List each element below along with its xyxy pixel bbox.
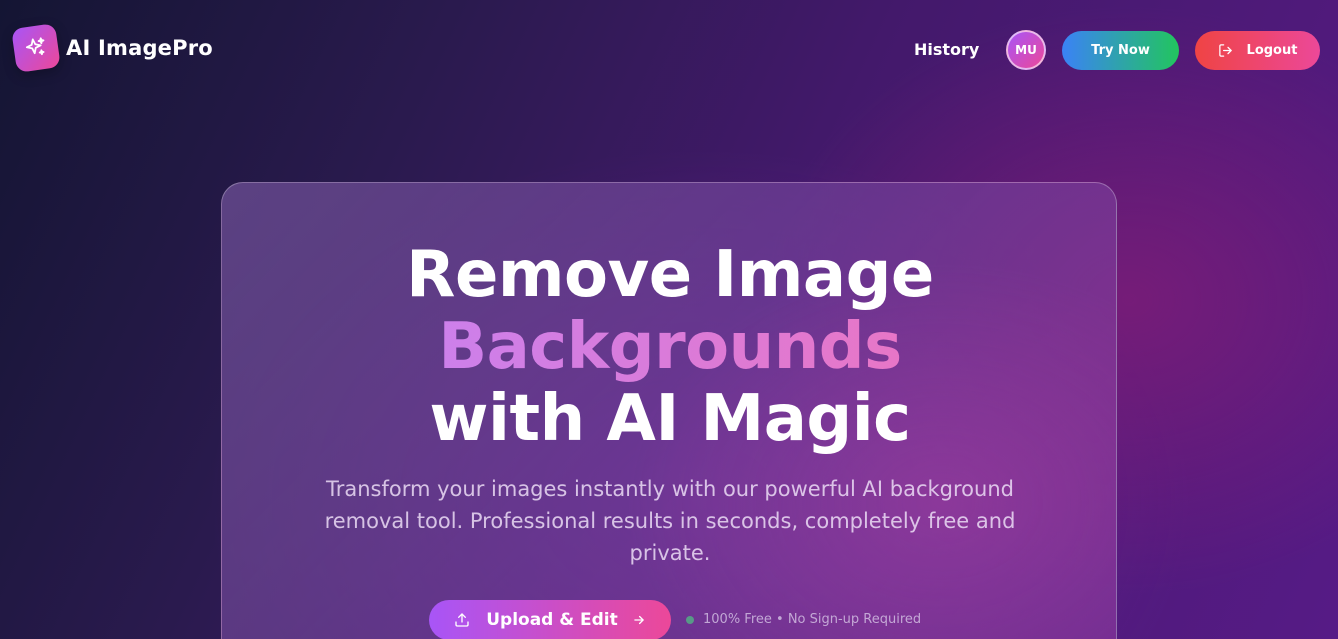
upload-edit-button[interactable]: Upload & Edit xyxy=(429,600,671,639)
app-name: AI ImagePro xyxy=(66,36,213,60)
try-now-button[interactable]: Try Now xyxy=(1062,31,1179,70)
hero-title-highlight: Backgrounds xyxy=(222,311,1116,383)
logo[interactable]: AI ImagePro xyxy=(11,23,213,73)
logout-icon xyxy=(1218,44,1232,57)
top-nav: AI ImagePro History MU Try Now Logout xyxy=(0,0,1338,102)
arrow-right-icon xyxy=(632,613,646,627)
free-note-text: 100% Free • No Sign-up Required xyxy=(703,612,922,627)
try-now-label: Try Now xyxy=(1091,43,1150,58)
upload-edit-label: Upload & Edit xyxy=(486,610,618,630)
logout-button[interactable]: Logout xyxy=(1195,31,1320,70)
status-dot xyxy=(686,615,694,624)
nav-history-link[interactable]: History xyxy=(914,40,979,59)
user-avatar[interactable]: MU xyxy=(1006,30,1046,70)
hero-subtitle: Transform your images instantly with our… xyxy=(324,477,1016,565)
sparkles-icon xyxy=(11,23,61,73)
hero-title-line-1: Remove Image xyxy=(406,238,934,312)
free-note: 100% Free • No Sign-up Required xyxy=(686,612,921,627)
hero-card: Remove Image Backgrounds with AI Magic T… xyxy=(221,182,1117,639)
upload-icon xyxy=(454,612,470,628)
hero-title-line-3: with AI Magic xyxy=(429,382,911,456)
logout-label: Logout xyxy=(1246,43,1298,58)
hero-title: Remove Image Backgrounds with AI Magic xyxy=(222,238,1116,456)
